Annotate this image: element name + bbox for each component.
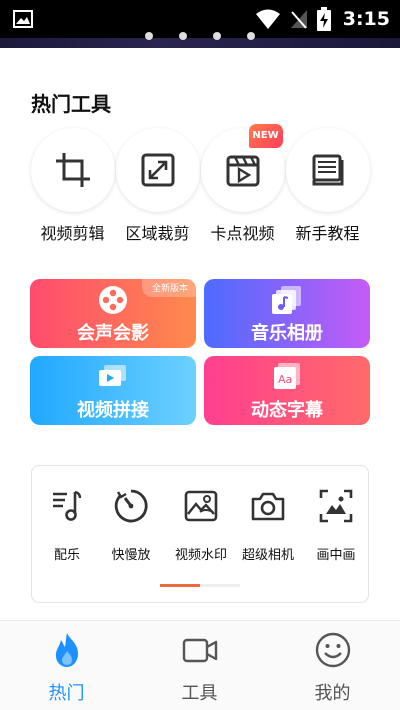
nav-tab-hot[interactable]: 热门 [0, 621, 133, 710]
tool-circle: NEW [200, 124, 285, 212]
status-time: 3:15 [342, 8, 390, 30]
page-indicator [160, 584, 240, 587]
nav-tab-label: 热门 [48, 683, 85, 704]
feature-card-music-album[interactable]: 音乐相册 [204, 279, 370, 348]
banner-dot [145, 32, 153, 40]
tool-label: 新手教程 [295, 224, 360, 243]
music-note-icon [53, 490, 82, 521]
watermark-icon [184, 490, 218, 522]
feature-label: 会声会影 [77, 323, 149, 344]
smiley-icon [315, 632, 350, 668]
tool-circle [285, 128, 370, 212]
no-signal-icon [290, 10, 307, 29]
mini-tool-super-camera[interactable]: 超级相机 [233, 488, 303, 568]
feature-label: 动态字幕 [251, 400, 323, 421]
music-album-icon [272, 286, 301, 314]
mini-tool-pip[interactable]: 画中画 [301, 488, 371, 568]
feature-card-huishenghuiying[interactable]: 全新版本 会声会影 [30, 279, 196, 348]
video-camera-icon [182, 638, 217, 663]
mini-tool-speed[interactable]: 快慢放 [96, 488, 166, 568]
svg-text:Aa: Aa [278, 373, 292, 386]
new-badge: NEW [248, 124, 283, 148]
flame-icon [55, 633, 78, 667]
subtitle-icon: Aa [274, 363, 300, 389]
banner-dot [247, 32, 255, 40]
tool-beginner-tutorial[interactable]: 新手教程 [285, 128, 370, 248]
mini-tool-label: 超级相机 [241, 548, 294, 563]
battery-charging-icon [316, 7, 331, 31]
tool-label: 卡点视频 [210, 224, 275, 243]
banner-dot [179, 32, 187, 40]
mini-tool-label: 视频水印 [174, 548, 227, 563]
tool-circle [115, 128, 200, 212]
mini-tool-label: 画中画 [316, 548, 356, 563]
feature-card-dynamic-subtitle[interactable]: Aa 动态字幕 [204, 356, 370, 425]
feature-card-video-join[interactable]: 视频拼接 [30, 356, 196, 425]
nav-tab-tools[interactable]: 工具 [133, 621, 266, 710]
banner-page-dots [0, 30, 400, 42]
tool-label: 区域裁剪 [125, 224, 190, 243]
video-clapper-icon [226, 155, 259, 187]
nav-tab-mine[interactable]: 我的 [266, 621, 399, 710]
nav-tab-label: 工具 [181, 683, 218, 704]
tool-video-edit[interactable]: 视频剪辑 [30, 128, 115, 248]
mini-tools-panel: 配乐 快慢放 视频水印 超级相机 画中画 [31, 465, 369, 603]
speed-dial-icon [114, 489, 148, 523]
banner-dot [213, 32, 221, 40]
nav-tab-label: 我的 [314, 683, 351, 704]
mini-tool-watermark[interactable]: 视频水印 [166, 488, 236, 568]
camera-icon [251, 492, 285, 521]
tool-label: 视频剪辑 [40, 224, 105, 243]
feature-label: 视频拼接 [77, 400, 149, 421]
video-stack-icon [99, 365, 126, 386]
crop-icon [55, 153, 90, 187]
tool-beat-video[interactable]: NEW 卡点视频 [200, 124, 285, 248]
image-notification-icon [13, 10, 33, 28]
film-reel-icon [99, 286, 127, 314]
mini-tool-label: 配乐 [53, 548, 80, 563]
new-version-tag: 全新版本 [141, 279, 196, 297]
picture-in-picture-icon [319, 489, 353, 523]
page-indicator-active [160, 584, 200, 587]
hot-tools-row: 视频剪辑 区域裁剪 NEW 卡点视频 新手教程 [30, 124, 372, 248]
expand-icon [141, 153, 174, 187]
tool-region-crop[interactable]: 区域裁剪 [115, 128, 200, 248]
mini-tool-soundtrack[interactable]: 配乐 [32, 488, 102, 568]
mini-tool-label: 快慢放 [111, 548, 151, 563]
section-title: 热门工具 [31, 92, 111, 116]
bottom-nav: 热门 工具 我的 [0, 620, 400, 710]
tool-circle [30, 128, 115, 212]
feature-label: 音乐相册 [251, 323, 323, 344]
wifi-icon [255, 9, 280, 29]
app-screen: { "status_bar": { "time": "3:15" }, "sec… [0, 0, 400, 710]
book-icon [312, 154, 343, 186]
